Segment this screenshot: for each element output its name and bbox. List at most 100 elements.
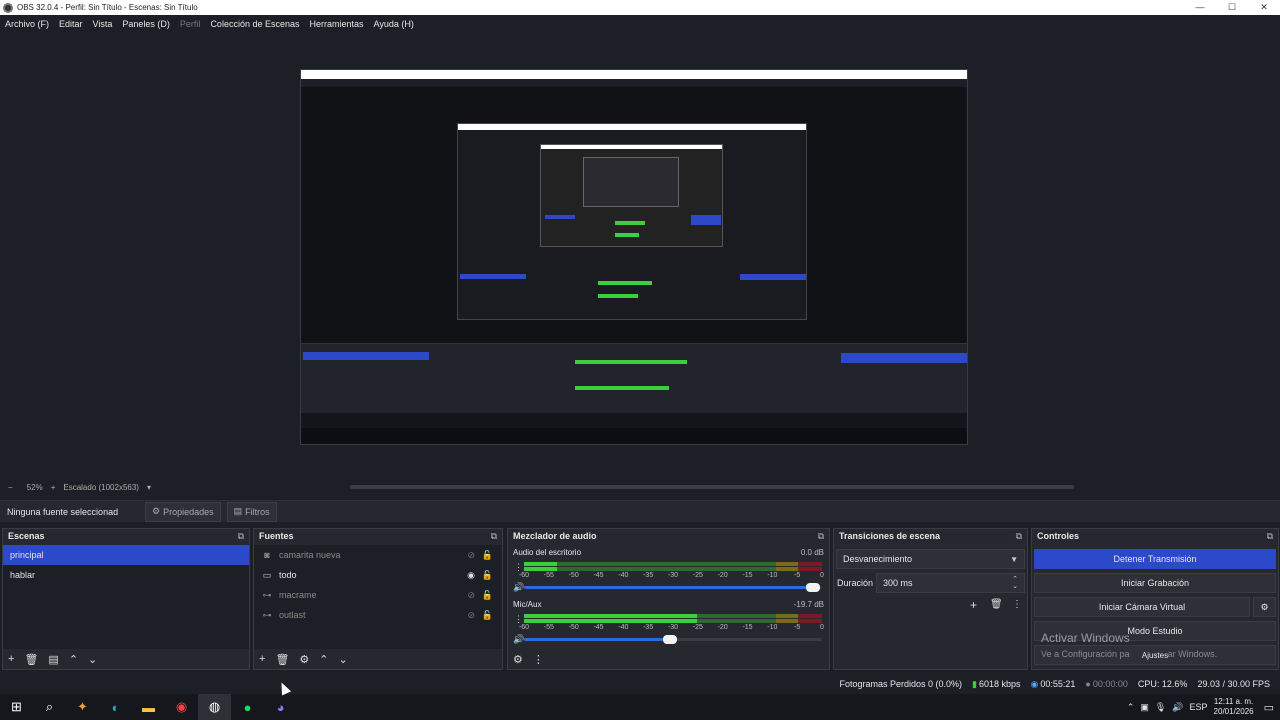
stream-time: 00:55:21 <box>1040 679 1076 689</box>
scale-label: -20 <box>717 624 728 631</box>
down-icon[interactable]: ⌄ <box>339 653 348 666</box>
scene-item[interactable]: principal <box>3 545 249 565</box>
undock-icon[interactable]: ⧉ <box>818 531 824 542</box>
network-icon[interactable]: ▣ <box>1140 702 1149 713</box>
menu-herramientas[interactable]: Herramientas <box>310 19 364 29</box>
up-icon[interactable]: ⌃ <box>319 653 328 666</box>
kebab-icon[interactable]: ⋮ <box>1012 599 1022 610</box>
filters-button[interactable]: ▤ Filtros <box>226 501 277 522</box>
add-icon[interactable]: + <box>970 598 977 612</box>
file-explorer-icon[interactable]: ▬ <box>132 694 165 720</box>
source-item[interactable]: ◙ camarita nueva ⊘ 🔓 <box>254 545 502 565</box>
trash-icon[interactable]: 🗑 <box>275 653 289 666</box>
source-item[interactable]: ▭ todo ◉ 🔓 <box>254 565 502 585</box>
obs-taskbar-icon[interactable]: ◍ <box>198 694 231 720</box>
source-item[interactable]: ⊶ outlast ⊘ 🔓 <box>254 605 502 625</box>
scale-label: -10 <box>767 572 778 579</box>
stepper-icon[interactable]: ⌃ ⌄ <box>1012 576 1018 590</box>
add-icon[interactable]: + <box>259 653 265 665</box>
transitions-dock: Transiciones de escena ⧉ Desvanecimiento … <box>833 528 1028 670</box>
up-icon[interactable]: ⌃ <box>69 653 78 666</box>
stop-stream-button[interactable]: Detener Transmisión <box>1034 549 1276 569</box>
virtual-camera-button[interactable]: Iniciar Cámara Virtual <box>1034 597 1250 617</box>
chevron-down-icon[interactable]: ▾ <box>147 483 151 492</box>
eye-hidden-icon[interactable]: ⊘ <box>467 590 475 601</box>
properties-button[interactable]: ⚙ Propiedades <box>145 501 221 522</box>
windows-start-icon[interactable]: ⊞ <box>0 694 33 720</box>
lock-icon[interactable]: 🔓 <box>482 550 493 561</box>
gear-icon[interactable]: ⚙ <box>513 653 523 666</box>
display-icon: ▭ <box>262 569 272 580</box>
speaker-icon[interactable]: 🔊 <box>513 634 524 645</box>
scale-label: -25 <box>692 624 703 631</box>
close-button[interactable]: ✕ <box>1248 0 1280 15</box>
scale-label: -30 <box>667 572 679 579</box>
edge-icon[interactable]: ◐ <box>99 694 132 720</box>
spotify-icon[interactable]: ● <box>231 694 264 720</box>
minimize-button[interactable]: — <box>1184 0 1216 15</box>
menu-vista[interactable]: Vista <box>93 19 113 29</box>
kebab-icon[interactable]: ⋮ <box>533 653 544 666</box>
scale-label: -15 <box>742 624 753 631</box>
discord-icon[interactable]: ◕ <box>264 694 297 720</box>
undock-icon[interactable]: ⧉ <box>1267 531 1273 542</box>
volume-slider[interactable] <box>524 635 822 644</box>
gear-icon[interactable]: ⚙ <box>299 653 309 666</box>
source-item[interactable]: ⊶ macrame ⊘ 🔓 <box>254 585 502 605</box>
scale-label: -35 <box>643 572 654 579</box>
gear-icon: ⚙ <box>1260 601 1269 612</box>
undock-icon[interactable]: ⧉ <box>491 531 497 542</box>
undock-icon[interactable]: ⧉ <box>238 531 244 542</box>
volume-slider[interactable] <box>524 583 822 592</box>
gear-icon: ⚙ <box>152 506 161 516</box>
copilot-icon[interactable]: ✦ <box>66 694 99 720</box>
eye-hidden-icon[interactable]: ⊘ <box>467 610 475 621</box>
lock-icon[interactable]: 🔓 <box>482 570 493 581</box>
zoom-value: 52% <box>26 482 43 492</box>
trash-icon[interactable]: 🗑 <box>990 599 1003 610</box>
clock[interactable]: 12:11 a. m. 20/01/2026 <box>1214 697 1254 717</box>
menu-coleccion[interactable]: Colección de Escenas <box>210 19 299 29</box>
menu-paneles[interactable]: Paneles (D) <box>122 19 170 29</box>
scale-label: -40 <box>618 572 629 579</box>
duration-stepper[interactable]: 300 ms ⌃ ⌄ <box>876 573 1025 593</box>
zoom-out-button[interactable]: − <box>8 483 13 492</box>
volume-icon[interactable]: 🔊 <box>1172 702 1183 713</box>
maximize-button[interactable]: ☐ <box>1216 0 1248 15</box>
eye-icon[interactable]: ◉ <box>467 570 475 581</box>
source-toolbar: Ninguna fuente seleccionad ⚙ Propiedades… <box>0 500 1280 522</box>
notifications-icon[interactable]: ▭ <box>1264 701 1274 714</box>
menu-archivo[interactable]: Archivo (F) <box>5 19 49 29</box>
microphone-icon[interactable]: 🎙 <box>1155 702 1166 713</box>
preview-image <box>300 69 968 445</box>
speaker-icon[interactable]: 🔊 <box>513 582 524 593</box>
transition-select[interactable]: Desvanecimiento ▼ <box>836 549 1025 569</box>
menu-perfil[interactable]: Perfil <box>180 19 201 29</box>
chrome-icon[interactable]: ◉ <box>165 694 198 720</box>
lock-icon[interactable]: 🔓 <box>482 590 493 601</box>
eye-hidden-icon[interactable]: ⊘ <box>467 550 475 561</box>
add-icon[interactable]: + <box>8 653 14 665</box>
scene-item[interactable]: hablar <box>3 565 249 585</box>
start-recording-button[interactable]: Iniciar Grabación <box>1034 573 1276 593</box>
transition-value: Desvanecimiento <box>843 554 913 564</box>
menu-ayuda[interactable]: Ayuda (H) <box>374 19 414 29</box>
lock-icon[interactable]: 🔓 <box>482 610 493 621</box>
duration-label: Duración <box>837 578 874 588</box>
down-icon[interactable]: ⌄ <box>88 653 97 666</box>
search-icon[interactable]: ⌕ <box>33 694 66 720</box>
language-indicator[interactable]: ESP <box>1190 702 1208 712</box>
zoom-in-button[interactable]: + <box>51 483 56 492</box>
scale-label: -15 <box>742 572 753 579</box>
filter-icon[interactable]: ▤ <box>48 653 58 666</box>
camera-icon: ◙ <box>264 550 270 560</box>
mixer-title: Mezclador de audio <box>513 531 597 541</box>
menu-editar[interactable]: Editar <box>59 19 83 29</box>
dropped-frames: Fotogramas Perdidos 0 (0.0%) <box>839 679 963 689</box>
chevron-up-icon[interactable]: ⌃ <box>1127 702 1135 713</box>
virtual-camera-settings-button[interactable]: ⚙ <box>1253 597 1276 617</box>
preview-scrollbar[interactable] <box>350 485 1074 489</box>
windows-taskbar: ⊞ ⌕ ✦ ◐ ▬ ◉ ◍ ● ◕ ⌃ ▣ 🎙 🔊 ESP 12:11 a. m… <box>0 694 1280 720</box>
undock-icon[interactable]: ⧉ <box>1016 531 1022 542</box>
trash-icon[interactable]: 🗑 <box>24 653 38 666</box>
